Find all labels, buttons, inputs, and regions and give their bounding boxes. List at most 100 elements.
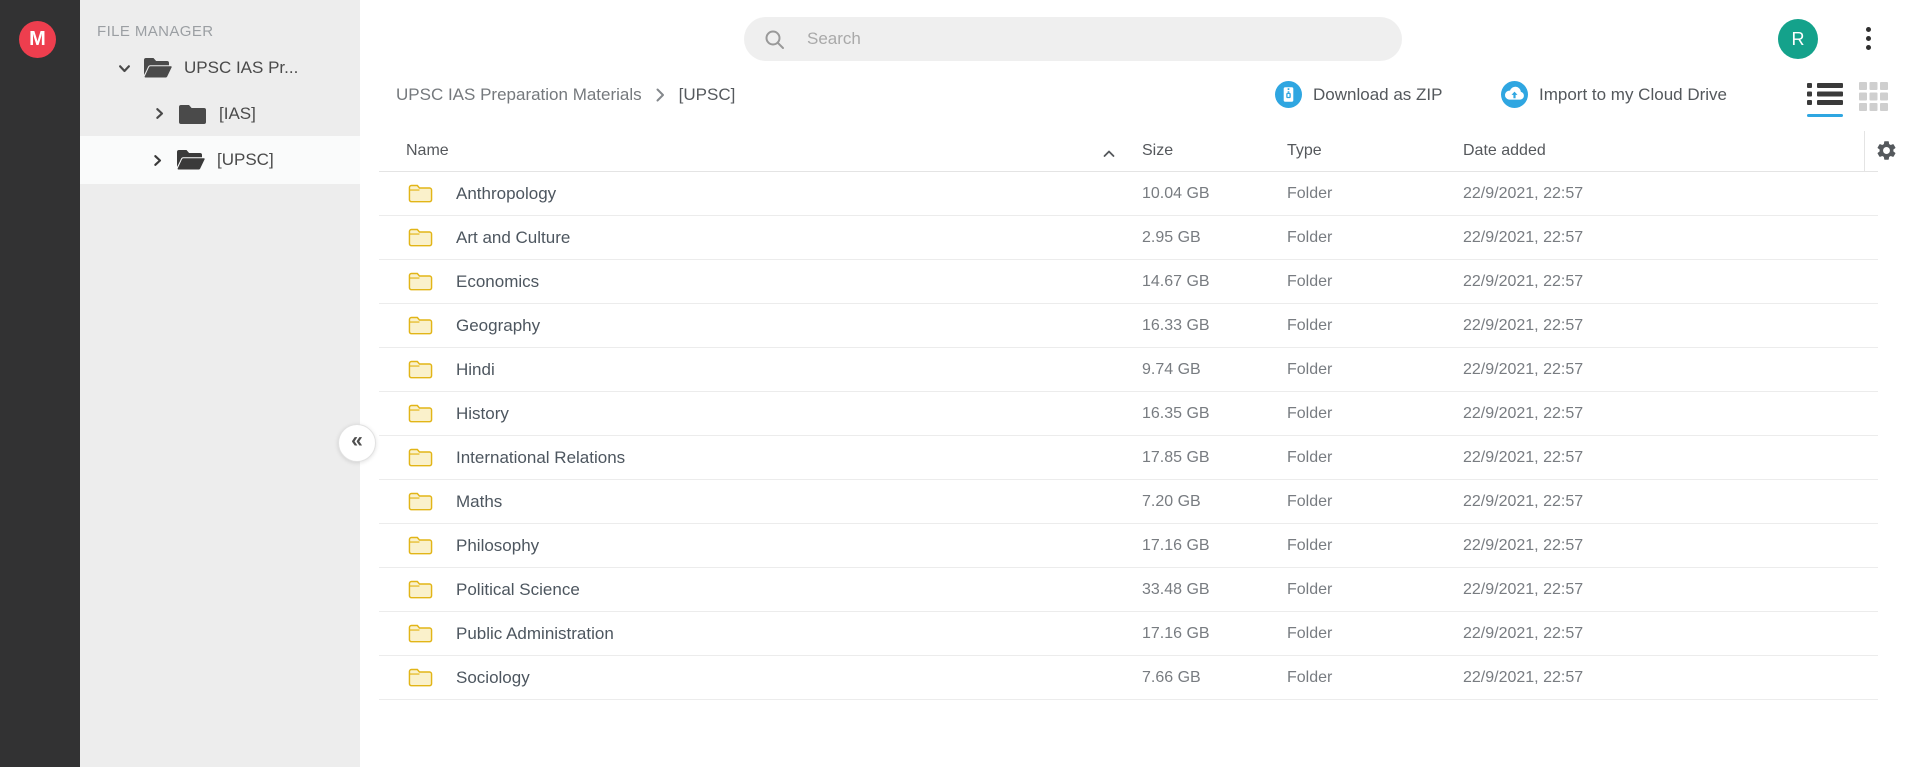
folder-closed-icon — [177, 102, 208, 126]
table-row[interactable]: Maths 7.20 GB Folder 22/9/2021, 22:57 — [379, 480, 1878, 524]
tree-item-label: [UPSC] — [217, 150, 274, 170]
file-size: 17.85 GB — [1142, 449, 1210, 467]
gear-icon[interactable] — [1875, 139, 1898, 167]
column-header-name[interactable]: Name — [406, 142, 449, 160]
file-name: Geography — [456, 316, 540, 336]
table-row[interactable]: Sociology 7.66 GB Folder 22/9/2021, 22:5… — [379, 656, 1878, 700]
file-size: 2.95 GB — [1142, 229, 1201, 247]
column-header-date[interactable]: Date added — [1463, 142, 1546, 160]
file-date: 22/9/2021, 22:57 — [1463, 581, 1583, 599]
file-type: Folder — [1287, 581, 1332, 599]
file-date: 22/9/2021, 22:57 — [1463, 669, 1583, 687]
file-date: 22/9/2021, 22:57 — [1463, 185, 1583, 203]
table-row[interactable]: Philosophy 17.16 GB Folder 22/9/2021, 22… — [379, 524, 1878, 568]
file-name: Hindi — [456, 360, 495, 380]
table-row[interactable]: History 16.35 GB Folder 22/9/2021, 22:57 — [379, 392, 1878, 436]
file-date: 22/9/2021, 22:57 — [1463, 449, 1583, 467]
folder-open-icon — [142, 56, 173, 80]
file-type: Folder — [1287, 317, 1332, 335]
table-row[interactable]: Political Science 33.48 GB Folder 22/9/2… — [379, 568, 1878, 612]
file-name: Art and Culture — [456, 228, 570, 248]
file-name: Political Science — [456, 580, 580, 600]
active-view-underline — [1807, 114, 1843, 117]
file-date: 22/9/2021, 22:57 — [1463, 317, 1583, 335]
grid-view-toggle[interactable] — [1859, 82, 1889, 117]
file-size: 14.67 GB — [1142, 273, 1210, 291]
file-name: International Relations — [456, 448, 625, 468]
sort-asc-icon[interactable] — [1103, 145, 1115, 163]
file-size: 16.33 GB — [1142, 317, 1210, 335]
chevron-right-icon[interactable] — [151, 154, 164, 167]
column-header-size[interactable]: Size — [1142, 142, 1173, 160]
folder-icon — [408, 579, 433, 600]
file-size: 7.20 GB — [1142, 493, 1201, 511]
file-name: Public Administration — [456, 624, 614, 644]
table-row[interactable]: International Relations 17.85 GB Folder … — [379, 436, 1878, 480]
file-tree-sidebar: FILE MANAGER UPSC IAS Pr... [IAS] [UPSC] — [80, 0, 360, 767]
file-date: 22/9/2021, 22:57 — [1463, 537, 1583, 555]
breadcrumb: UPSC IAS Preparation Materials [UPSC] — [396, 85, 735, 105]
sidebar-collapse-button[interactable]: « — [338, 424, 376, 462]
file-size: 16.35 GB — [1142, 405, 1210, 423]
list-view-toggle[interactable] — [1807, 82, 1843, 117]
table-header: Name Size Type Date added — [379, 131, 1878, 172]
file-date: 22/9/2021, 22:57 — [1463, 273, 1583, 291]
file-date: 22/9/2021, 22:57 — [1463, 229, 1583, 247]
table-row[interactable]: Art and Culture 2.95 GB Folder 22/9/2021… — [379, 216, 1878, 260]
table-row[interactable]: Anthropology 10.04 GB Folder 22/9/2021, … — [379, 172, 1878, 216]
table-row[interactable]: Public Administration 17.16 GB Folder 22… — [379, 612, 1878, 656]
table-row[interactable]: Geography 16.33 GB Folder 22/9/2021, 22:… — [379, 304, 1878, 348]
grid-view-icon — [1859, 82, 1889, 112]
column-header-type[interactable]: Type — [1287, 142, 1322, 160]
mega-logo[interactable]: M — [19, 21, 56, 58]
search-input[interactable] — [807, 29, 1347, 49]
main-content: R UPSC IAS Preparation Materials [UPSC] … — [360, 0, 1913, 767]
file-table: Name Size Type Date added Anthropology 1… — [379, 131, 1878, 700]
tree-item-root[interactable]: UPSC IAS Pr... — [80, 45, 360, 91]
file-list: Anthropology 10.04 GB Folder 22/9/2021, … — [379, 172, 1878, 700]
folder-icon — [408, 183, 433, 204]
file-name: Maths — [456, 492, 502, 512]
file-size: 7.66 GB — [1142, 669, 1201, 687]
search-bar[interactable] — [744, 17, 1402, 61]
file-type: Folder — [1287, 361, 1332, 379]
file-name: History — [456, 404, 509, 424]
chevron-right-icon[interactable] — [153, 107, 166, 120]
avatar[interactable]: R — [1778, 19, 1818, 59]
folder-icon — [408, 403, 433, 424]
zip-file-icon — [1275, 81, 1302, 108]
table-row[interactable]: Hindi 9.74 GB Folder 22/9/2021, 22:57 — [379, 348, 1878, 392]
file-size: 9.74 GB — [1142, 361, 1201, 379]
file-type: Folder — [1287, 405, 1332, 423]
file-date: 22/9/2021, 22:57 — [1463, 405, 1583, 423]
folder-icon — [408, 271, 433, 292]
file-name: Philosophy — [456, 536, 539, 556]
folder-icon — [408, 227, 433, 248]
tree-item-upsc-selected[interactable]: [UPSC] — [80, 136, 360, 184]
file-type: Folder — [1287, 669, 1332, 687]
download-as-zip-button[interactable]: Download as ZIP — [1275, 81, 1442, 108]
folder-open-icon — [175, 148, 206, 172]
file-name: Sociology — [456, 668, 530, 688]
folder-icon — [408, 447, 433, 468]
file-type: Folder — [1287, 229, 1332, 247]
tree-item-label: UPSC IAS Pr... — [184, 58, 298, 78]
file-size: 17.16 GB — [1142, 537, 1210, 555]
nav-rail: M — [0, 0, 80, 767]
breadcrumb-item-root[interactable]: UPSC IAS Preparation Materials — [396, 85, 642, 105]
file-type: Folder — [1287, 493, 1332, 511]
import-to-cloud-drive-button[interactable]: Import to my Cloud Drive — [1501, 81, 1727, 108]
breadcrumb-item-current[interactable]: [UPSC] — [679, 85, 736, 105]
tree-item-ias[interactable]: [IAS] — [80, 91, 360, 136]
chevron-right-icon — [656, 88, 665, 102]
folder-icon — [408, 667, 433, 688]
file-date: 22/9/2021, 22:57 — [1463, 625, 1583, 643]
kebab-menu-icon[interactable] — [1866, 27, 1872, 54]
table-row[interactable]: Economics 14.67 GB Folder 22/9/2021, 22:… — [379, 260, 1878, 304]
import-to-cloud-drive-label: Import to my Cloud Drive — [1539, 85, 1727, 105]
header-divider — [1864, 131, 1865, 172]
chevron-down-icon[interactable] — [118, 62, 131, 75]
file-type: Folder — [1287, 449, 1332, 467]
sidebar-title: FILE MANAGER — [97, 23, 214, 40]
file-size: 10.04 GB — [1142, 185, 1210, 203]
